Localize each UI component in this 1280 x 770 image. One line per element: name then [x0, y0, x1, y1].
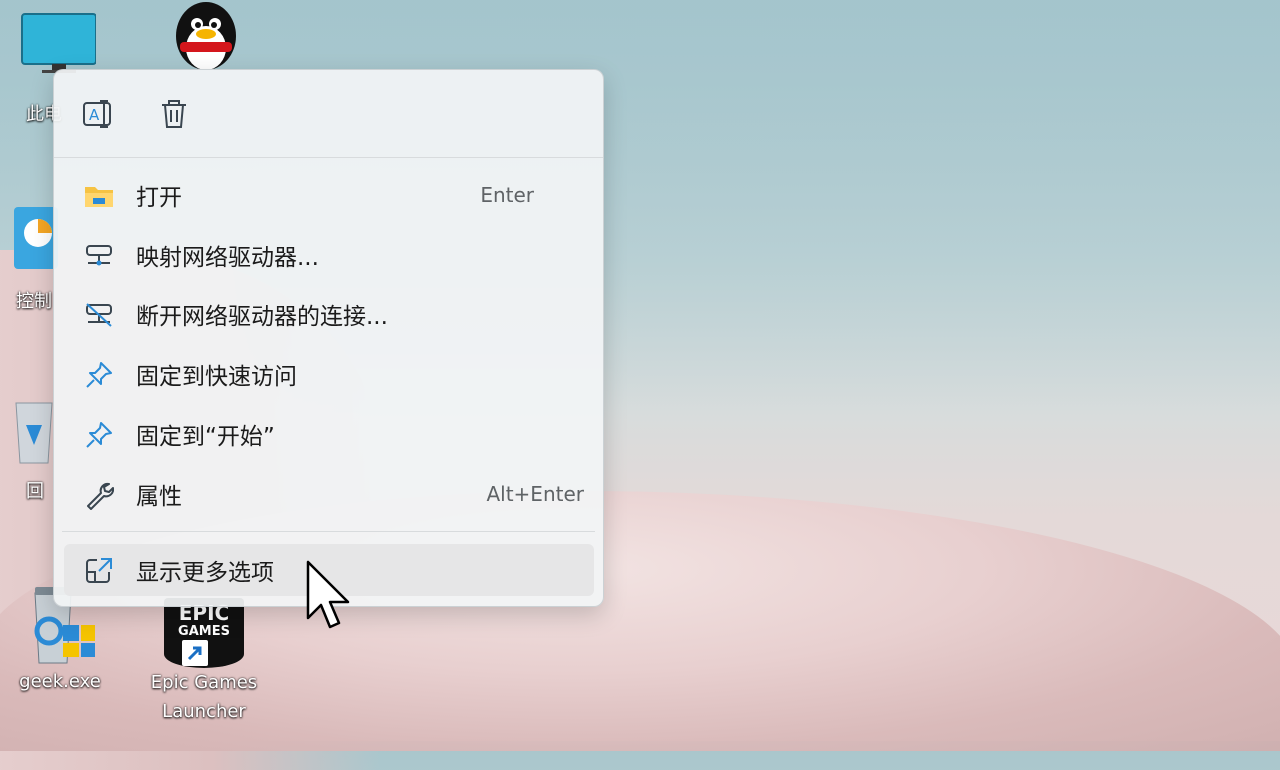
desktop-icon-label: Epic Games Launcher: [150, 672, 258, 722]
rename-button[interactable]: A: [79, 96, 119, 136]
folder-icon: [84, 181, 114, 211]
shortcut-arrow-icon: [182, 640, 208, 666]
menu-item-label: 打开: [136, 185, 182, 211]
disconnect-network-drive-icon: [84, 300, 114, 330]
svg-text:A: A: [89, 106, 100, 124]
menu-separator: [54, 157, 603, 158]
menu-item-pin-start[interactable]: 固定到“开始”: [64, 408, 594, 460]
desktop-icon-qq[interactable]: [160, 2, 252, 72]
menu-item-label: 属性: [136, 484, 182, 510]
menu-item-open[interactable]: 打开 Enter: [64, 169, 594, 221]
rename-icon: A: [82, 99, 116, 133]
wrench-icon: [84, 480, 114, 510]
menu-item-shortcut: Alt+Enter: [486, 482, 584, 506]
epic-logo-subtext: GAMES: [178, 624, 230, 639]
epic-games-logo: EPIC GAMES: [164, 598, 244, 668]
menu-item-disconnect-network-drive[interactable]: 断开网络驱动器的连接...: [64, 288, 594, 340]
monitor-icon: [16, 12, 97, 74]
desktop-icon-label: 控制: [16, 291, 52, 312]
delete-button[interactable]: [154, 96, 194, 136]
pin-icon: [84, 420, 114, 450]
menu-item-label: 固定到“开始”: [136, 424, 275, 450]
menu-item-label: 映射网络驱动器...: [136, 245, 319, 271]
menu-item-properties[interactable]: 属性 Alt+Enter: [64, 468, 594, 520]
open-external-icon: [84, 556, 114, 586]
context-menu-toolbar: A: [54, 70, 603, 158]
desktop-icon-this-pc[interactable]: 此电: [16, 12, 106, 125]
desktop-icon-label: 回: [26, 481, 44, 502]
network-drive-icon: [84, 241, 114, 271]
recycle-bin-icon: [12, 395, 56, 465]
pin-icon: [84, 360, 114, 390]
menu-item-label: 断开网络驱动器的连接...: [136, 304, 388, 330]
desktop-icon-epic[interactable]: EPIC GAMES Epic Games Launcher: [140, 598, 268, 726]
penguin-icon: [166, 2, 246, 72]
menu-item-pin-quick-access[interactable]: 固定到快速访问: [64, 348, 594, 400]
menu-item-map-network-drive[interactable]: 映射网络驱动器...: [64, 229, 594, 281]
menu-item-label: 固定到快速访问: [136, 364, 297, 390]
desktop-icon-label: geek.exe: [19, 671, 101, 692]
menu-item-label: 显示更多选项: [136, 560, 274, 586]
mouse-pointer-icon: [305, 560, 355, 636]
menu-separator: [62, 531, 595, 532]
context-menu: A 打开 Enter 映射网络驱动器... 断开网络驱动器的连接... 固定到快…: [53, 69, 604, 607]
delete-icon: [160, 99, 188, 133]
menu-item-shortcut: Enter: [480, 183, 534, 207]
